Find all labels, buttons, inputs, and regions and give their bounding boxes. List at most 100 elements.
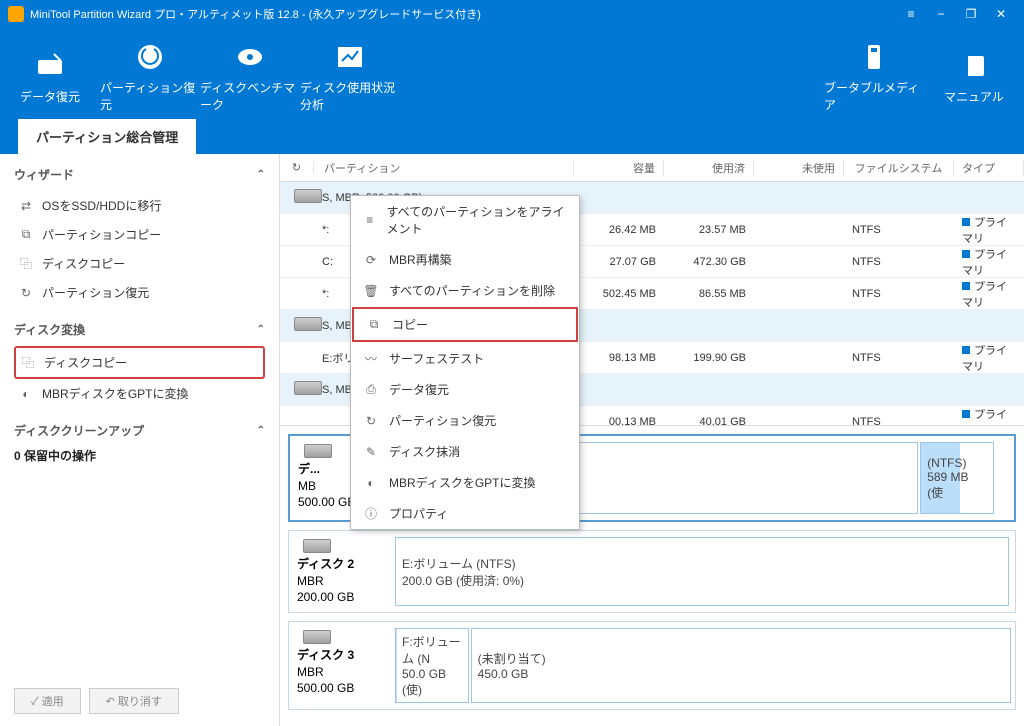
col-filesystem[interactable]: ファイルシステム bbox=[844, 160, 954, 176]
cleanup-section-header[interactable]: ディスククリーンアップ⌃ bbox=[14, 422, 265, 439]
capacity-cell: 27.07 GB bbox=[574, 256, 664, 268]
ctx-label: ディスク抹消 bbox=[389, 443, 460, 460]
bar-label: E:ボリューム (NTFS) bbox=[402, 555, 1002, 572]
partition-bar[interactable]: (NTFS)589 MB (使 bbox=[920, 442, 993, 514]
ctx-icon: ✎ bbox=[363, 444, 379, 460]
disk-info: ディスク 2 MBR 200.00 GB bbox=[289, 531, 389, 612]
used-cell: 86.55 MB bbox=[664, 288, 754, 300]
partition-bar[interactable]: (未割り当て)450.0 GB bbox=[471, 628, 1011, 703]
ctx-すべてのパーティションを削除[interactable]: 🗑 すべてのパーティションを削除 bbox=[351, 275, 579, 306]
migrate-icon: ⇄ bbox=[18, 198, 34, 214]
bar-sub: 589 MB (使 bbox=[927, 470, 986, 501]
disk-copy-item[interactable]: ⿻ディスクコピー bbox=[14, 249, 265, 278]
ctx-コピー[interactable]: ⧉ コピー bbox=[352, 307, 578, 342]
bar-sub: 50.0 GB (使) bbox=[402, 667, 462, 698]
partition-recovery-icon bbox=[134, 41, 166, 73]
partition-recovery-button[interactable]: パーティション復元 bbox=[100, 36, 200, 118]
benchmark-icon bbox=[234, 41, 266, 73]
data-recovery-button[interactable]: データ復元 bbox=[0, 36, 100, 118]
ctx-icon: 〰 bbox=[363, 351, 379, 367]
ctx-icon: ⧉ bbox=[366, 317, 382, 333]
usage-analysis-button[interactable]: ディスク使用状況分析 bbox=[300, 36, 400, 118]
ctx-icon: ⟳ bbox=[363, 252, 379, 268]
undo-button[interactable]: ↶ 取り消す bbox=[89, 688, 179, 714]
mbr-to-gpt-item[interactable]: ◐MBRディスクをGPTに変換 bbox=[14, 379, 265, 408]
disk-icon bbox=[303, 630, 331, 644]
minimize-button[interactable]: − bbox=[926, 0, 956, 28]
bar-label: F:ボリューム (N bbox=[402, 633, 462, 667]
disk-name: ディスク 2 bbox=[297, 555, 381, 572]
pending-operations: 0 保留中の操作 bbox=[14, 447, 265, 464]
manual-button[interactable]: マニュアル bbox=[924, 36, 1024, 118]
bootable-media-button[interactable]: ブータブルメディア bbox=[824, 36, 924, 118]
ctx-label: MBRディスクをGPTに変換 bbox=[389, 474, 536, 491]
used-cell: 199.90 GB bbox=[664, 352, 754, 364]
convert-section-header[interactable]: ディスク変換⌃ bbox=[14, 321, 265, 338]
capacity-cell: 98.13 MB bbox=[574, 352, 664, 364]
ribbon-toolbar: データ復元 パーティション復元 ディスクベンチマーク ディスク使用状況分析 ブー… bbox=[0, 28, 1024, 126]
refresh-button[interactable]: ↻ bbox=[280, 161, 314, 174]
disk-card[interactable]: ディスク 3MBR500.00 GBF:ボリューム (N50.0 GB (使)(… bbox=[288, 621, 1016, 710]
partition-bar[interactable]: F:ボリューム (N50.0 GB (使) bbox=[395, 628, 469, 703]
ctx-パーティション復元[interactable]: ↻ パーティション復元 bbox=[351, 405, 579, 436]
disk-card[interactable]: ディスク 2 MBR 200.00 GB E:ボリューム (NTFS)200.0 GB… bbox=[288, 530, 1016, 613]
ctx-MBRディスクをGPTに変換[interactable]: ◐MBRディスクをGPTに変換 bbox=[351, 467, 579, 498]
type-marker-icon bbox=[962, 218, 970, 226]
partition-bar[interactable]: E:ボリューム (NTFS)200.0 GB (使用済: 0%) bbox=[395, 537, 1009, 606]
col-used[interactable]: 使用済 bbox=[664, 160, 754, 176]
chevron-up-icon: ⌃ bbox=[257, 425, 265, 436]
usb-icon bbox=[858, 41, 890, 73]
fs-cell: NTFS bbox=[844, 256, 954, 268]
col-type[interactable]: タイプ bbox=[954, 160, 1024, 176]
copy-icon: ⧉ bbox=[18, 227, 34, 243]
ctx-ディスク抹消[interactable]: ✎ ディスク抹消 bbox=[351, 436, 579, 467]
disk-size: 200.00 GB bbox=[297, 590, 381, 604]
maximize-button[interactable]: ❐ bbox=[956, 0, 986, 28]
os-migrate-item[interactable]: ⇄OSをSSD/HDDに移行 bbox=[14, 191, 265, 220]
ctx-label: プロパティ bbox=[389, 505, 448, 522]
close-button[interactable]: ✕ bbox=[986, 0, 1016, 28]
fs-cell: NTFS bbox=[844, 224, 954, 236]
capacity-cell: 502.45 MB bbox=[574, 288, 664, 300]
wizard-section-header[interactable]: ウィザード⌃ bbox=[14, 166, 265, 183]
disk-name: ディスク 3 bbox=[297, 646, 381, 663]
ctx-すべてのパーティションをアライメント[interactable]: ≡すべてのパーティションをアライメント bbox=[351, 196, 579, 244]
disk-info: ディスク 3MBR500.00 GB bbox=[289, 622, 389, 709]
bar-label: (未割り当て) bbox=[478, 650, 1004, 667]
app-logo-icon bbox=[8, 6, 24, 22]
ctx-label: コピー bbox=[392, 316, 428, 333]
ctx-label: MBR再構築 bbox=[389, 251, 452, 268]
ctx-サーフェステスト[interactable]: 〰サーフェステスト bbox=[351, 343, 579, 374]
partition-recovery-item[interactable]: ↻パーティション復元 bbox=[14, 278, 265, 307]
tab-partition-management[interactable]: パーティション総合管理 bbox=[18, 119, 196, 154]
titlebar: MiniTool Partition Wizard プロ・アルティメット版 12… bbox=[0, 0, 1024, 28]
used-cell: 40.01 GB bbox=[664, 416, 754, 426]
ctx-icon: ↻ bbox=[363, 413, 379, 429]
chart-icon bbox=[334, 41, 366, 73]
fs-cell: NTFS bbox=[844, 416, 954, 426]
ctx-icon: ⎙ bbox=[363, 382, 379, 398]
ctx-プロパティ[interactable]: ⓘプロパティ bbox=[351, 498, 579, 529]
col-capacity[interactable]: 容量 bbox=[574, 160, 664, 176]
disk-copy-convert-item[interactable]: ⿻ディスクコピー bbox=[14, 346, 265, 379]
sidebar: ウィザード⌃ ⇄OSをSSD/HDDに移行 ⧉パーティションコピー ⿻ディスクコ… bbox=[0, 154, 280, 726]
tab-bar: パーティション総合管理 bbox=[0, 126, 1024, 154]
ctx-icon: 🗑 bbox=[363, 283, 379, 299]
menu-button[interactable]: ≡ bbox=[896, 0, 926, 28]
type-cell: プライマリ bbox=[954, 342, 1024, 374]
ctx-label: すべてのパーティションを削除 bbox=[389, 282, 555, 299]
apply-button[interactable]: ✓ 適用 bbox=[14, 688, 81, 714]
col-partition[interactable]: パーティション bbox=[314, 160, 574, 176]
ctx-label: データ復元 bbox=[389, 381, 449, 398]
benchmark-button[interactable]: ディスクベンチマーク bbox=[200, 36, 300, 118]
col-free[interactable]: 未使用 bbox=[754, 160, 844, 176]
type-marker-icon bbox=[962, 346, 970, 354]
ctx-MBR再構築[interactable]: ⟳ MBR再構築 bbox=[351, 244, 579, 275]
ctx-label: すべてのパーティションをアライメント bbox=[387, 203, 568, 237]
ctx-データ復元[interactable]: ⎙ データ復元 bbox=[351, 374, 579, 405]
grid-header: ↻ パーティション 容量 使用済 未使用 ファイルシステム タイプ bbox=[280, 154, 1024, 182]
ctx-label: パーティション復元 bbox=[389, 412, 496, 429]
disk-mbr: MBR bbox=[297, 574, 381, 588]
bar-label: (NTFS) bbox=[927, 456, 986, 470]
partition-copy-item[interactable]: ⧉パーティションコピー bbox=[14, 220, 265, 249]
